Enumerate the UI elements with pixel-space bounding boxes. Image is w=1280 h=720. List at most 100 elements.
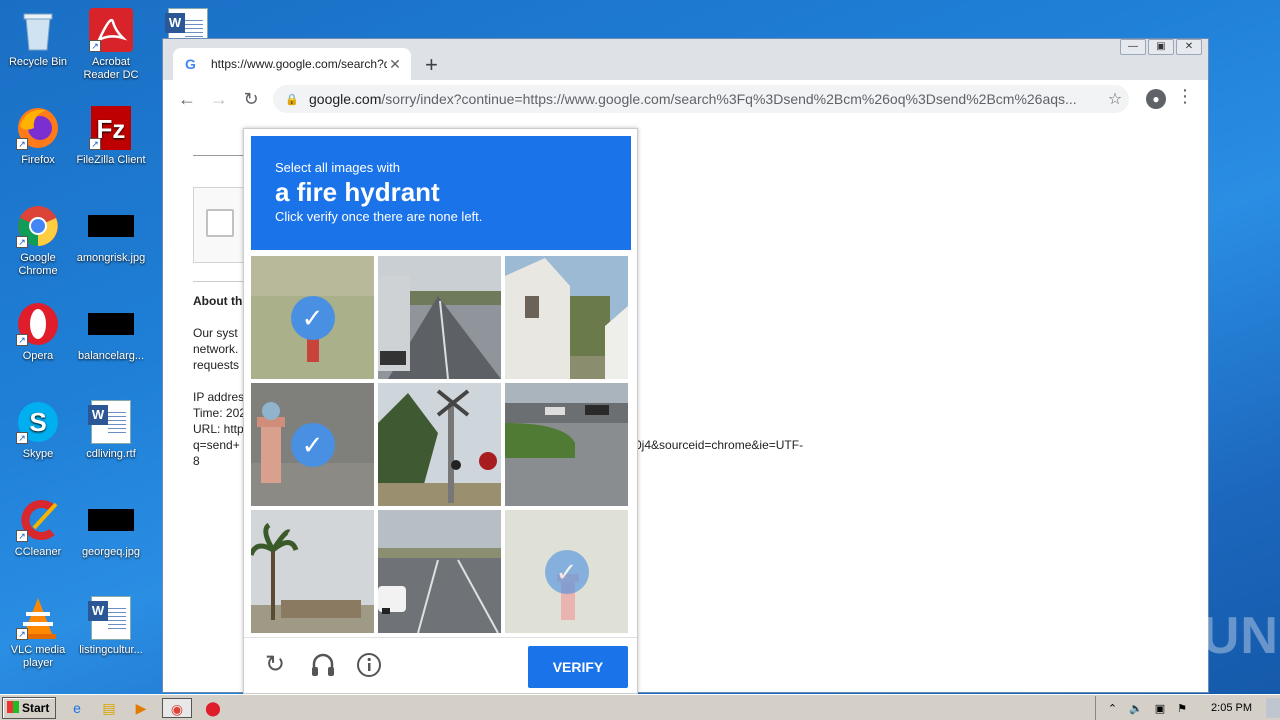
browser-toolbar: ← → ↻ 🔒 google.com/sorry/index?continue=…	[163, 80, 1208, 118]
forward-arrow-icon[interactable]: →	[203, 83, 235, 115]
shortcut-arrow-icon: ↗	[89, 40, 101, 52]
selected-check-icon: ✓	[290, 295, 335, 340]
opera-taskbar-icon[interactable]: ⬤	[202, 698, 224, 718]
desktop-icon-label: Google Chrome	[18, 252, 58, 277]
desktop-icon-vlc[interactable]: ↗ VLC media player	[0, 596, 76, 670]
opera-icon: ↗	[16, 302, 60, 346]
firefox-icon: ↗	[16, 106, 60, 150]
address-bar[interactable]: 🔒 google.com/sorry/index?continue=https:…	[273, 85, 1129, 113]
show-desktop-button[interactable]	[1266, 698, 1280, 718]
url-tail: 0j4&sourceid=chrome&ie=UTF-	[635, 438, 804, 452]
image-thumbnail	[88, 215, 134, 237]
desktop-icon-label: balancelarg...	[77, 350, 145, 362]
para-line: network.	[193, 342, 239, 356]
desktop-icon-filezilla[interactable]: Fz ↗ FileZilla Client	[73, 106, 149, 167]
audio-challenge-icon[interactable]	[308, 650, 338, 680]
image-tile[interactable]: ✓	[505, 510, 628, 633]
image-tile[interactable]: ✓	[251, 256, 374, 379]
svg-text:S: S	[29, 407, 46, 437]
image-tile[interactable]	[251, 510, 374, 633]
desktop-icon-recycle-bin[interactable]: Recycle Bin	[0, 8, 76, 69]
desktop-icon-skype[interactable]: S ↗ Skype	[0, 400, 76, 461]
recaptcha-checkbox[interactable]	[206, 209, 234, 237]
desktop-icon-opera[interactable]: ↗ Opera	[0, 302, 76, 363]
desktop-icon-label: Firefox	[21, 154, 55, 166]
back-arrow-icon[interactable]: ←	[171, 83, 203, 115]
desktop-icon-chrome[interactable]: ↗ Google Chrome	[0, 204, 76, 278]
tab-title: https://www.google.com/search?q=	[211, 57, 387, 71]
browser-tab[interactable]: G https://www.google.com/search?q= ✕	[173, 48, 411, 80]
start-button[interactable]: Start	[2, 696, 56, 719]
desktop-icon-label: Skype	[22, 448, 54, 460]
desktop-icon-georgeq[interactable]: georgeq.jpg	[73, 498, 149, 559]
image-tile[interactable]	[378, 383, 501, 506]
clock[interactable]: 2:05 PM	[1211, 702, 1252, 714]
recaptcha-challenge: Select all images with a fire hydrant Cl…	[243, 128, 638, 694]
desktop-icon-listingcultur[interactable]: W listingcultur...	[73, 596, 149, 657]
account-icon[interactable]: ●	[1146, 89, 1166, 109]
anyrun-watermark: ANY RUN	[1036, 607, 1279, 665]
desktop-icon-cdliving[interactable]: W cdliving.rtf	[73, 400, 149, 461]
window-controls: — ▣ ✕	[1120, 39, 1202, 55]
maximize-button[interactable]: ▣	[1148, 39, 1174, 55]
taskbar: Start e ▤ ▶ ◉ ⬤ ⌃ 🔈 ▣ ⚑ 2:05 PM	[0, 694, 1280, 720]
image-tile[interactable]	[378, 510, 501, 633]
desktop-icon-label: amongrisk.jpg	[76, 252, 146, 264]
desktop-icon-label: FileZilla Client	[76, 154, 146, 166]
desktop-icon-balancelarg[interactable]: balancelarg...	[73, 302, 149, 363]
query-line: q=send+	[193, 438, 240, 452]
reload-challenge-icon[interactable]: ↻	[260, 650, 290, 680]
about-heading: About th	[193, 294, 243, 308]
windows-logo-icon	[7, 700, 19, 713]
word-document-icon: W	[88, 400, 131, 444]
reload-icon[interactable]: ↻	[235, 83, 267, 115]
shortcut-arrow-icon: ↗	[89, 138, 101, 150]
vlc-icon: ↗	[16, 596, 60, 640]
minimize-button[interactable]: —	[1120, 39, 1146, 55]
image-thumbnail	[88, 509, 134, 531]
ip-line: IP addres	[193, 390, 245, 404]
chrome-taskbar-icon[interactable]: ◉	[162, 697, 192, 718]
explorer-taskbar-icon[interactable]: ▤	[98, 698, 120, 718]
image-tile[interactable]	[505, 256, 628, 379]
desktop-icon-label: listingcultur...	[79, 644, 143, 656]
shortcut-arrow-icon: ↗	[16, 628, 28, 640]
time-line: Time: 202	[193, 406, 246, 420]
selected-check-icon: ✓	[544, 549, 589, 594]
new-tab-button[interactable]: +	[425, 52, 438, 78]
image-tile[interactable]	[505, 383, 628, 506]
word-document-icon: W	[88, 596, 131, 640]
action-center-flag-icon[interactable]: ⚑	[1177, 702, 1187, 715]
desktop-icon-firefox[interactable]: ↗ Firefox	[0, 106, 76, 167]
close-window-button[interactable]: ✕	[1176, 39, 1202, 55]
instruction-hint: Click verify once there are none left.	[275, 209, 483, 224]
desktop-icon-label: Opera	[22, 350, 54, 362]
challenge-footer: ↻ VERIFY	[244, 637, 637, 693]
media-player-taskbar-icon[interactable]: ▶	[130, 698, 152, 718]
desktop-icon-ccleaner[interactable]: ↗ CCleaner	[0, 498, 76, 559]
desktop-icon-label: VLC media player	[10, 644, 66, 669]
image-tile[interactable]: ✓	[251, 383, 374, 506]
volume-icon[interactable]: 🔈	[1129, 702, 1143, 715]
chrome-icon: ↗	[16, 204, 60, 248]
bookmark-star-icon[interactable]: ☆	[1101, 89, 1129, 109]
challenge-header: Select all images with a fire hydrant Cl…	[251, 136, 631, 250]
lock-icon: 🔒	[285, 93, 299, 106]
shortcut-arrow-icon: ↗	[16, 530, 28, 542]
ie-taskbar-icon[interactable]: e	[66, 698, 88, 718]
image-tile[interactable]	[378, 256, 501, 379]
desktop-icon-label: CCleaner	[14, 546, 62, 558]
shortcut-arrow-icon: ↗	[16, 138, 28, 150]
recycle-bin-icon	[16, 8, 60, 52]
tab-close-icon[interactable]: ✕	[387, 56, 403, 73]
desktop-icon-acrobat[interactable]: ↗ Acrobat Reader DC	[73, 8, 149, 82]
verify-button[interactable]: VERIFY	[528, 646, 628, 688]
tray-expand-icon[interactable]: ⌃	[1108, 702, 1117, 715]
url-line: URL: http	[193, 422, 244, 436]
shortcut-arrow-icon: ↗	[16, 334, 28, 346]
para-line: requests	[193, 358, 240, 372]
info-icon[interactable]	[354, 650, 384, 680]
network-icon[interactable]: ▣	[1155, 702, 1165, 715]
menu-kebab-icon[interactable]: ⋮	[1176, 86, 1194, 107]
desktop-icon-amongrisk[interactable]: amongrisk.jpg	[73, 204, 149, 265]
